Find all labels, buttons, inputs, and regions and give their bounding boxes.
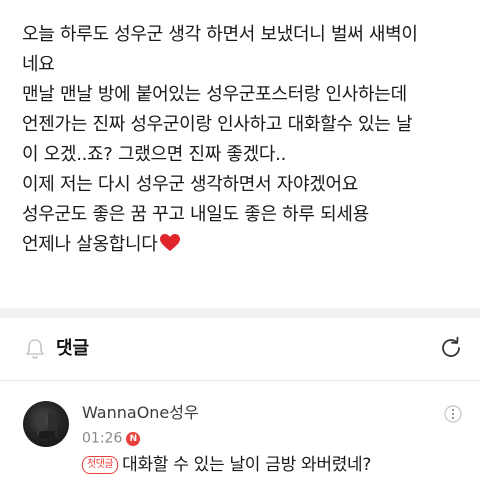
new-badge: N [126, 431, 141, 446]
heart-icon [159, 234, 180, 251]
comment-author[interactable]: WannaOne성우 [82, 403, 199, 423]
post-body: 오늘 하루도 성우군 생각 하면서 보냈더니 벌써 새벽이 네요 맨날 맨날 방… [22, 20, 470, 260]
comment-meta: 01:26 N [82, 428, 141, 447]
post-line: 네요 [22, 54, 55, 75]
comments-title: 댓글 [56, 338, 90, 359]
avatar[interactable] [23, 401, 69, 447]
comment-text: 대화할 수 있는 날이 금방 와버렸네? [122, 455, 372, 475]
avatar-photo [37, 413, 57, 439]
post-last-line: 언제나 살옹합니다 [22, 230, 470, 260]
post-line: 오늘 하루도 성우군 생각 하면서 보냈더니 벌써 새벽이 [22, 24, 418, 45]
comments-header: 댓글 [0, 318, 480, 381]
refresh-icon[interactable] [438, 335, 464, 361]
post-line: 성우군도 좋은 꿈 꾸고 내일도 좋은 하루 되세용 [22, 204, 369, 225]
first-comment-badge: 첫댓글 [82, 456, 119, 474]
post-line: 이제 저는 다시 성우군 생각하면서 자야겠어요 [22, 174, 359, 195]
comment-time: 01:26 [82, 430, 123, 447]
comment-item: WannaOne성우 01:26 N 첫댓글 대화할 수 있는 날이 금방 와버렸네… [0, 381, 480, 492]
post-line-text: 언제나 살옹합니다 [22, 234, 158, 255]
bell-icon[interactable] [24, 338, 46, 360]
post-line: 언젠가는 진짜 성우군이랑 인사하고 대화할수 있는 날 [22, 114, 413, 135]
post-line: 이 오겠..죠? 그랬으면 진짜 좋겠다.. [22, 144, 287, 165]
comment-body: 첫댓글 대화할 수 있는 날이 금방 와버렸네? [82, 454, 371, 476]
more-options-icon[interactable] [444, 405, 462, 423]
section-divider [0, 308, 480, 318]
post-line: 맨날 맨날 방에 붙어있는 성우군포스터랑 인사하는데 [22, 84, 407, 105]
